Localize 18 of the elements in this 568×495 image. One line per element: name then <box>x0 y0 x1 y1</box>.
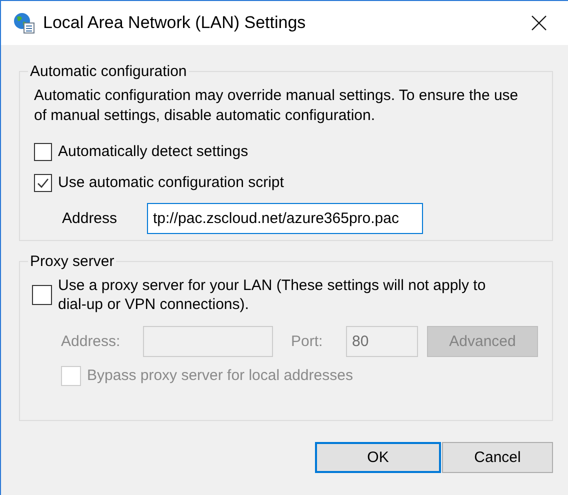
checkbox[interactable] <box>34 174 52 192</box>
globe-icon <box>13 12 35 34</box>
window-title: Local Area Network (LAN) Settings <box>43 13 307 33</box>
group-legend: Automatic configuration <box>28 63 189 80</box>
dialog-button[interactable]: Cancel <box>442 442 553 473</box>
checkbox-label[interactable]: Use automatic configuration script <box>58 174 284 191</box>
address-label: Address <box>62 210 118 227</box>
checkbox[interactable] <box>32 285 52 305</box>
port-label: Port: <box>291 333 324 350</box>
close-icon[interactable] <box>531 15 547 31</box>
address-label: Address: <box>61 333 122 350</box>
group-legend: Proxy server <box>28 253 116 270</box>
address-field[interactable]: tp://pac.zscloud.net/azure365pro.pac <box>147 203 423 234</box>
checkbox-label[interactable]: Use a proxy server for your LAN (These settings will not apply to dial-up or VPN connections). <box>58 276 513 314</box>
checkbox[interactable] <box>34 142 52 160</box>
description-text: Automatic configuration may override manual settings. To ensure the use of manual settings, disable automatic configuration. <box>34 86 519 126</box>
checkbox-label[interactable]: Automatically detect settings <box>58 143 248 160</box>
dialog-button[interactable]: OK <box>315 442 441 473</box>
